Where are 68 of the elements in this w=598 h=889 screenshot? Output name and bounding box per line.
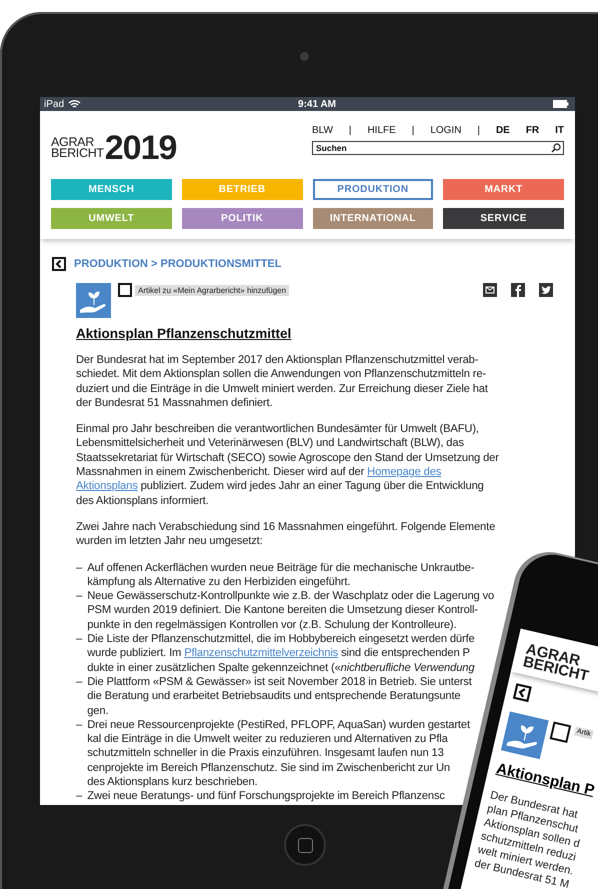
text-line: Zwei neue Beratungs- und fünf Forschungsprojekte im Bereich Pflanzensc — [87, 789, 445, 804]
header-link[interactable]: HILFE — [367, 125, 396, 136]
text-line: Lebensmittelsicherheit und Veterinärwesen (BLV) und Landwirtschaft (BLW), das — [76, 436, 464, 451]
text-line: dukte in einer zusätzlichen Spalte gekennzeichnet («nichtberufliche Verwendung — [87, 660, 474, 675]
text-line: Zwei Jahre nach Verabschiedung sind 16 Massnahmen eingeführt. Folgende Elemente — [76, 520, 496, 534]
facebook-icon[interactable] — [511, 283, 525, 297]
text-line: kämpfung als Alternative zu den Herbiziden eingeführt. — [87, 574, 350, 590]
list-bullet: – — [76, 674, 82, 690]
text-line: Auf offenen Ackerflächen wurden neue Beiträge für die mechanische Unkrautbe- — [87, 560, 474, 575]
text-line: des Aktionsplans kurz beschrieben. — [87, 775, 258, 790]
text-line: cenprojekte im Bereich Pflanzenschutz. Sie sind im Zwischenbericht zur Un — [87, 760, 450, 776]
text-line: duziert und die Einträge in die Umwelt miniert werden. Zur Erreichung dieser Ziele hat — [76, 382, 488, 396]
text-line: Die Liste der Pflanzenschutzmittel, die im Hobbybereich eingesetzt werden dürfe — [87, 632, 475, 646]
list-bullet: – — [76, 789, 82, 804]
text-line: die Beratung und erarbeitet Betriebsaudits und entsprechende Beratungsunte — [87, 689, 461, 704]
back-icon[interactable] — [512, 683, 532, 702]
battery-icon — [553, 100, 569, 108]
text-line: gen. — [87, 704, 108, 718]
list-bullet: – — [76, 560, 82, 575]
text-link[interactable]: Pflanzenschutzmittelverzeichnis — [184, 647, 338, 660]
body-text: Massnahmen in einem Zwischenbericht. Dieser wird auf der — [76, 466, 366, 478]
wifi-icon — [68, 99, 82, 109]
language-link[interactable]: FR — [526, 125, 540, 136]
body-text: publiziert. Zudem wird jedes Jahr an einer Tagung über die Entwicklung — [140, 480, 484, 492]
back-icon[interactable] — [52, 257, 66, 271]
camera-dot — [300, 52, 309, 61]
text-line: schutzmitteln schneller in die Praxis einzuführen. Insgesamt laufen nun 13 — [87, 746, 444, 761]
device-name: iPad — [44, 98, 64, 110]
text-link[interactable]: Homepage des — [367, 466, 442, 478]
category-tab[interactable]: SERVICE — [443, 208, 564, 229]
text-line: Staatssekretariat für Wirtschaft (SECO) sowie Agroscope den Stand der Umsetzung der — [76, 450, 499, 466]
search-icon[interactable] — [551, 143, 561, 153]
text-line: schiedet. Mit dem Aktionsplan sollen die Anwendungen von Pflanzenschutzmitteln re- — [76, 367, 486, 382]
list-bullet: – — [76, 632, 82, 646]
home-button[interactable] — [284, 824, 326, 866]
text-line: der Bundesrat 51 Massnahmen definiert. — [76, 396, 272, 410]
language-link[interactable]: DE — [496, 125, 510, 136]
text-line: Der Bundesrat hat im September 2017 den Aktionsplan Pflanzenschutzmittel verab- — [76, 353, 478, 368]
text-line: Die Plattform «PSM & Gewässer» ist seit November 2018 in Betrieb. Sie unterst — [87, 674, 472, 690]
search-field[interactable]: Suchen — [312, 141, 564, 155]
body-text: wurde publiziert. Im — [87, 647, 182, 660]
separator: | — [477, 125, 480, 136]
text-line: Drei neue Ressourcenprojekte (PestiRed, PFLOPF, AquaSan) wurden gestartet — [87, 718, 470, 732]
text-line: kal die Einträge in die Umwelt weiter zu reduzieren und Alternativen zu Pfla — [87, 732, 448, 746]
status-time: 9:41 AM — [298, 98, 336, 110]
site-logo[interactable]: AGRAR BERICHT — [522, 642, 593, 683]
plant-in-hand-icon — [76, 283, 111, 318]
list-bullet: – — [76, 718, 82, 732]
text-line: punkte in den regelmässigen Kontrollen vor (z.B. Schulung der Kontrolleure). — [87, 618, 456, 632]
language-link[interactable]: IT — [555, 125, 564, 136]
body-text: sind die entsprechenden P — [340, 647, 470, 660]
text-line: des Aktionsplans informiert. — [76, 494, 209, 508]
text-link[interactable]: Aktionsplans — [76, 480, 138, 492]
breadcrumb[interactable]: PRODUKTION > PRODUKTIONSMITTEL — [74, 258, 282, 270]
mail-icon[interactable] — [483, 283, 497, 297]
text-line: PSM wurden 2019 definiert. Die Kantone bereiten die Umsetzung dieser Kontroll- — [87, 603, 478, 618]
twitter-icon[interactable] — [539, 283, 553, 297]
separator: | — [348, 125, 352, 136]
text-line: Neue Gewässerschutz-Kontrollpunkte wie z.B. der Waschplatz oder die Lagerung vo — [87, 589, 494, 604]
text-line: wurden im letzten Jahr neu umgesetzt: — [76, 534, 263, 549]
separator: | — [412, 125, 414, 136]
text-line: Einmal pro Jahr beschreiben die verantwortlichen Bundesämter für Umwelt (BAFU), — [76, 422, 479, 436]
header-link[interactable]: LOGIN — [430, 125, 462, 136]
header-link[interactable]: BLW — [312, 125, 333, 136]
article-title: Aktionsplan Pflanzenschutzmittel — [76, 326, 292, 341]
category-tab[interactable]: PRODUKTION — [312, 179, 434, 200]
list-bullet: – — [76, 589, 82, 604]
checkbox[interactable] — [550, 721, 572, 744]
